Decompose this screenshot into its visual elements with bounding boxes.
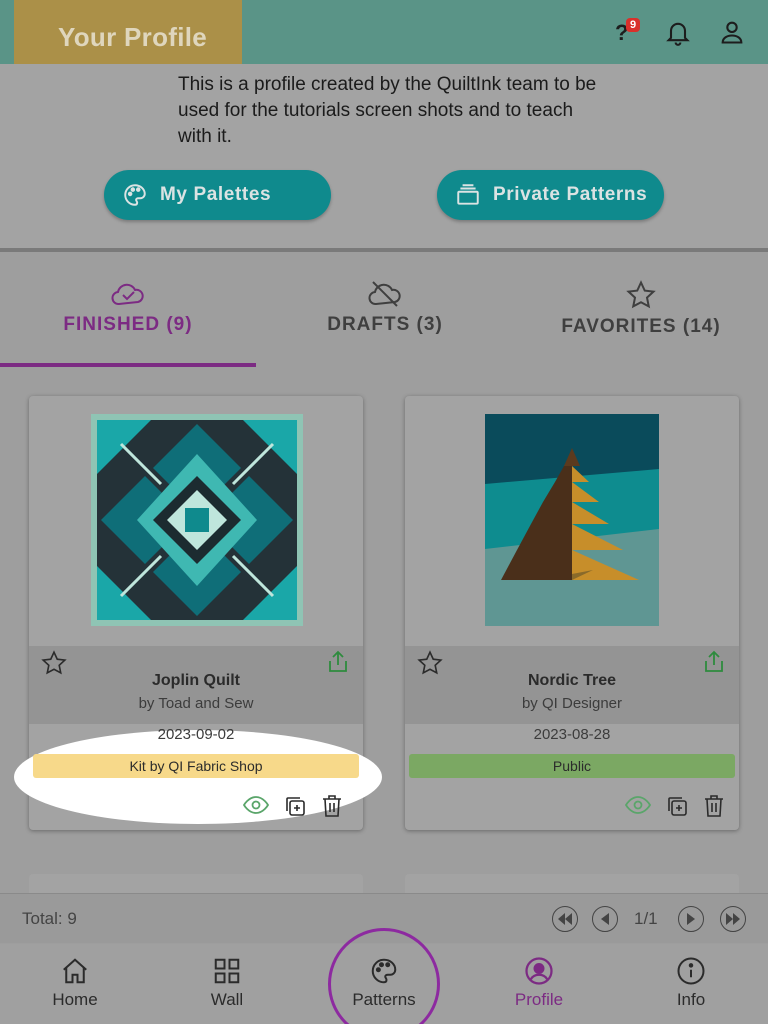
kit-badge: Kit by QI Fabric Shop: [33, 754, 359, 778]
card-author: by QI Designer: [521, 695, 623, 712]
nav-home[interactable]: Home: [20, 956, 130, 1010]
next-page-button[interactable]: [678, 906, 704, 932]
first-page-button[interactable]: [552, 906, 578, 932]
share-icon[interactable]: [703, 650, 725, 674]
visibility-badge: Public: [409, 754, 735, 778]
duplicate-icon[interactable]: [665, 794, 689, 818]
joplin-quilt-thumbnail[interactable]: [91, 414, 303, 626]
profile-description: This is a profile created by the QuiltIn…: [178, 74, 597, 147]
nav-profile[interactable]: Profile: [484, 956, 594, 1010]
cloud-check-icon: [111, 283, 144, 305]
grid-icon: [214, 958, 240, 984]
prev-page-button[interactable]: [592, 906, 618, 932]
card-date: 2023-08-28: [533, 726, 611, 743]
duplicate-icon[interactable]: [283, 794, 307, 818]
card-author: by Toad and Sew: [138, 695, 254, 712]
my-palettes-button[interactable]: My Palettes: [104, 170, 331, 220]
palette-icon: [124, 184, 146, 206]
total-count: Total: 9: [22, 909, 77, 928]
trash-icon[interactable]: [321, 794, 343, 818]
first-page-icon: [558, 913, 572, 925]
eye-icon[interactable]: [243, 794, 269, 816]
layers-icon: [457, 184, 479, 205]
prev-page-icon: [601, 913, 609, 925]
nav-info[interactable]: Info: [636, 956, 746, 1010]
last-page-button[interactable]: [720, 906, 746, 932]
active-tab-indicator: [0, 363, 256, 367]
last-page-icon: [726, 913, 740, 925]
trash-icon[interactable]: [703, 794, 725, 818]
next-page-icon: [687, 913, 695, 925]
help-badge: 9: [626, 18, 641, 32]
card-actions: [243, 794, 343, 818]
info-icon: [677, 957, 705, 985]
person-icon[interactable]: [718, 18, 746, 46]
card-info: Nordic Tree by QI Designer: [405, 646, 739, 724]
share-icon[interactable]: [327, 650, 349, 674]
card-title: Joplin Quilt: [152, 672, 240, 689]
page-title: Your Profile: [58, 22, 208, 52]
card-date: 2023-09-02: [157, 726, 235, 743]
card-title: Nordic Tree: [527, 672, 617, 689]
star-icon: [626, 280, 656, 309]
star-icon[interactable]: [417, 650, 443, 676]
nav-wall[interactable]: Wall: [172, 956, 282, 1010]
star-icon[interactable]: [41, 650, 67, 676]
my-palettes-label: My Palettes: [160, 184, 272, 205]
tab-favorites[interactable]: FAVORITES (14): [556, 280, 726, 338]
bell-icon[interactable]: [664, 18, 692, 46]
cloud-off-icon: [368, 281, 401, 307]
eye-icon[interactable]: [625, 794, 651, 816]
home-icon: [63, 958, 87, 984]
tab-drafts[interactable]: DRAFTS (3): [320, 280, 450, 336]
tab-finished[interactable]: FINISHED (9): [58, 280, 198, 336]
private-patterns-label: Private Patterns: [493, 184, 648, 205]
card-actions: [625, 794, 725, 818]
private-patterns-button[interactable]: Private Patterns: [437, 170, 664, 220]
tab-bar: FINISHED (9) DRAFTS (3) FAVORITES (14): [0, 252, 768, 370]
page-indicator: 1/1: [634, 909, 658, 928]
card-info: Joplin Quilt by Toad and Sew: [29, 646, 363, 724]
nordic-tree-thumbnail[interactable]: [485, 414, 659, 626]
profile-icon: [525, 957, 553, 985]
pattern-card[interactable]: Nordic Tree by QI Designer 2023-08-28 Pu…: [405, 396, 739, 830]
profile-section: This is a profile created by the QuiltIn…: [0, 64, 768, 248]
